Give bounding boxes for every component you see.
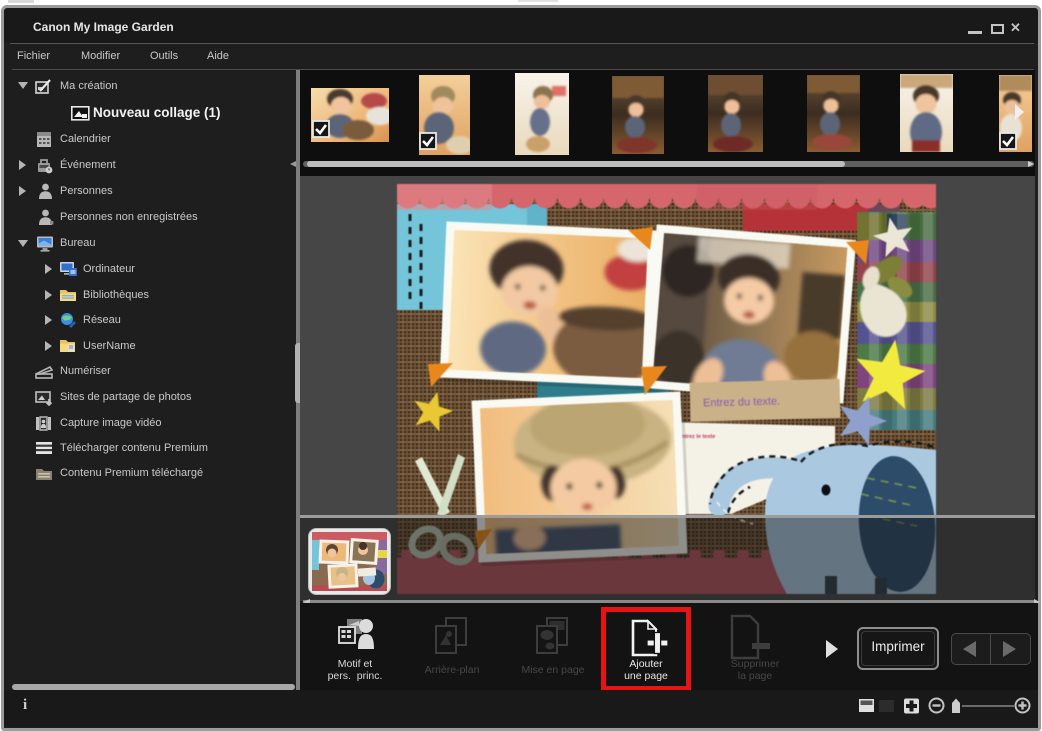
svg-text:Entrez du texte.: Entrez du texte.: [703, 395, 780, 409]
